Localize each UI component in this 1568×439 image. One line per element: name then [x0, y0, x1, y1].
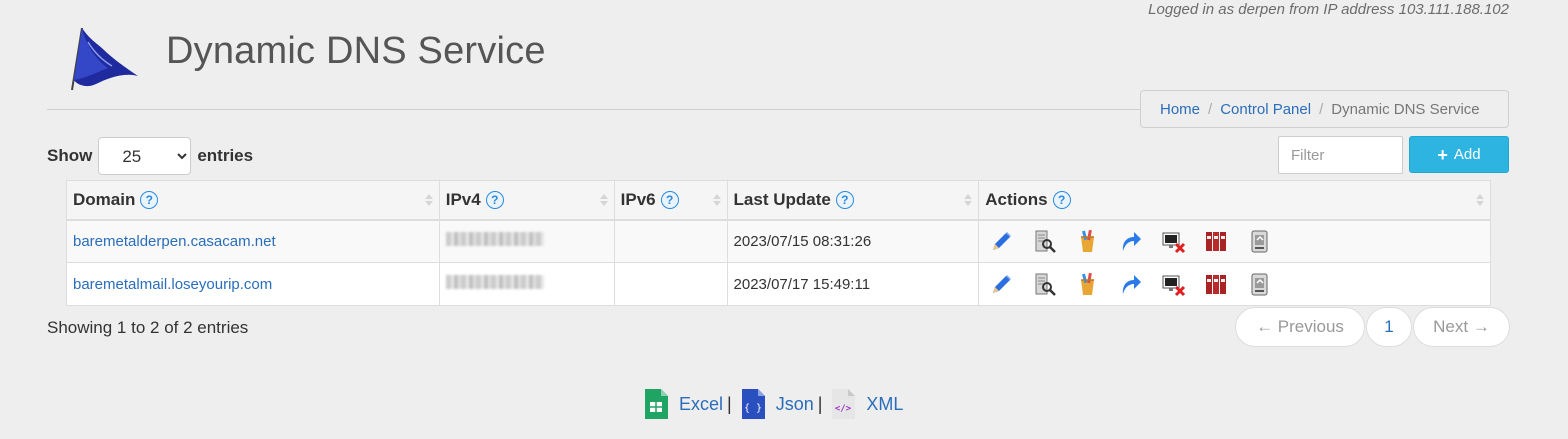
redacted-ipv4: [445, 232, 544, 247]
server-search-icon[interactable]: [1032, 272, 1057, 297]
breadcrumb-separator: /: [1319, 100, 1324, 118]
table-row: baremetalderpen.casacam.net 2023/07/15 0…: [66, 219, 1491, 263]
binders-icon[interactable]: [1204, 272, 1229, 297]
filter-input[interactable]: [1278, 136, 1403, 174]
header-divider: [47, 109, 1140, 110]
export-json-link[interactable]: Json: [776, 394, 814, 415]
help-icon[interactable]: ?: [485, 191, 504, 210]
entries-label: entries: [197, 146, 254, 165]
sort-icon[interactable]: [964, 192, 973, 208]
actions-cell: [978, 219, 1491, 263]
edit-pencil-icon[interactable]: [989, 229, 1014, 254]
sort-icon[interactable]: [599, 192, 608, 208]
page: Logged in as derpen from IP address 103.…: [0, 0, 1568, 439]
next-page-button[interactable]: Next →: [1413, 307, 1510, 347]
login-info: Logged in as derpen from IP address 103.…: [1148, 1, 1509, 18]
help-icon[interactable]: ?: [835, 191, 854, 210]
redirect-arrow-icon[interactable]: [1118, 272, 1143, 297]
domain-link[interactable]: baremetalderpen.casacam.net: [73, 233, 276, 250]
add-button[interactable]: + Add: [1409, 136, 1509, 173]
column-header-actions[interactable]: Actions?: [978, 180, 1491, 221]
sort-icon[interactable]: [424, 192, 433, 208]
column-label: IPv4: [445, 189, 481, 209]
column-header-ipv6[interactable]: IPv6?: [613, 180, 728, 221]
redirect-arrow-icon[interactable]: [1118, 229, 1143, 254]
domains-table: Domain? IPv4? IPv6? Last Update? Actions…: [66, 180, 1491, 306]
column-label: Last Update: [733, 189, 831, 209]
export-excel-link[interactable]: Excel: [679, 394, 723, 415]
column-header-ipv4[interactable]: IPv4?: [438, 180, 615, 221]
pagination: ← Previous 1 Next →: [1235, 307, 1510, 347]
column-label: IPv6: [620, 189, 656, 209]
separator: |: [727, 393, 732, 414]
breadcrumb-separator: /: [1208, 100, 1213, 118]
delete-network-icon[interactable]: [1161, 272, 1186, 297]
help-icon[interactable]: ?: [140, 191, 159, 210]
page-size-control: Show 25 entries: [47, 137, 253, 175]
add-button-label: Add: [1453, 146, 1481, 163]
last-update-cell: 2023/07/17 15:49:11: [726, 262, 980, 306]
domain-cell: baremetalmail.loseyourip.com: [66, 262, 440, 306]
help-icon[interactable]: ?: [660, 191, 679, 210]
clipboard-icon[interactable]: [1075, 229, 1100, 254]
xml-file-icon[interactable]: </>: [830, 388, 856, 420]
table-row: baremetalmail.loseyourip.com 2023/07/17 …: [66, 262, 1491, 306]
flag-logo-icon: [71, 27, 138, 91]
svg-text:</>: </>: [835, 404, 852, 414]
backup-drive-icon[interactable]: [1247, 229, 1272, 254]
actions-cell: [978, 262, 1491, 306]
ipv4-cell: [438, 219, 615, 263]
separator: |: [817, 393, 823, 414]
column-label: Domain: [73, 189, 136, 209]
sort-icon[interactable]: [712, 192, 721, 208]
edit-pencil-icon[interactable]: [989, 272, 1014, 297]
json-file-icon[interactable]: { }: [740, 388, 766, 420]
breadcrumb-home-link[interactable]: Home: [1160, 101, 1200, 118]
page-1-button[interactable]: 1: [1366, 307, 1412, 347]
show-label: Show: [47, 146, 93, 165]
column-header-domain[interactable]: Domain?: [66, 180, 440, 221]
previous-page-button[interactable]: ← Previous: [1235, 307, 1365, 347]
server-search-icon[interactable]: [1032, 229, 1057, 254]
breadcrumb: Home / Control Panel / Dynamic DNS Servi…: [1140, 90, 1509, 128]
excel-file-icon[interactable]: [643, 388, 669, 420]
plus-icon: +: [1437, 144, 1448, 165]
domain-link[interactable]: baremetalmail.loseyourip.com: [73, 276, 272, 293]
table-header-row: Domain? IPv4? IPv6? Last Update? Actions…: [66, 180, 1491, 221]
binders-icon[interactable]: [1204, 229, 1229, 254]
entries-summary: Showing 1 to 2 of 2 entries: [47, 318, 249, 337]
ipv6-cell: [613, 219, 728, 263]
site-title: Dynamic DNS Service: [166, 30, 546, 72]
export-links: Excel | { } Json | </> XML: [643, 388, 903, 420]
breadcrumb-control-panel-link[interactable]: Control Panel: [1220, 101, 1311, 118]
domain-cell: baremetalderpen.casacam.net: [66, 219, 440, 263]
ipv6-cell: [613, 262, 728, 306]
clipboard-icon[interactable]: [1075, 272, 1100, 297]
delete-network-icon[interactable]: [1161, 229, 1186, 254]
backup-drive-icon[interactable]: [1247, 272, 1272, 297]
page-size-select[interactable]: 25: [98, 137, 192, 175]
export-xml-link[interactable]: XML: [866, 394, 903, 415]
sort-icon[interactable]: [1476, 192, 1484, 208]
last-update-cell: 2023/07/15 08:31:26: [726, 219, 980, 263]
help-icon[interactable]: ?: [1052, 191, 1071, 210]
column-label: Actions: [985, 189, 1048, 209]
ipv4-cell: [438, 262, 615, 306]
redacted-ipv4: [445, 275, 544, 289]
svg-text:{ }: { }: [744, 403, 762, 414]
column-header-last-update[interactable]: Last Update?: [726, 180, 980, 221]
breadcrumb-current: Dynamic DNS Service: [1331, 100, 1480, 118]
